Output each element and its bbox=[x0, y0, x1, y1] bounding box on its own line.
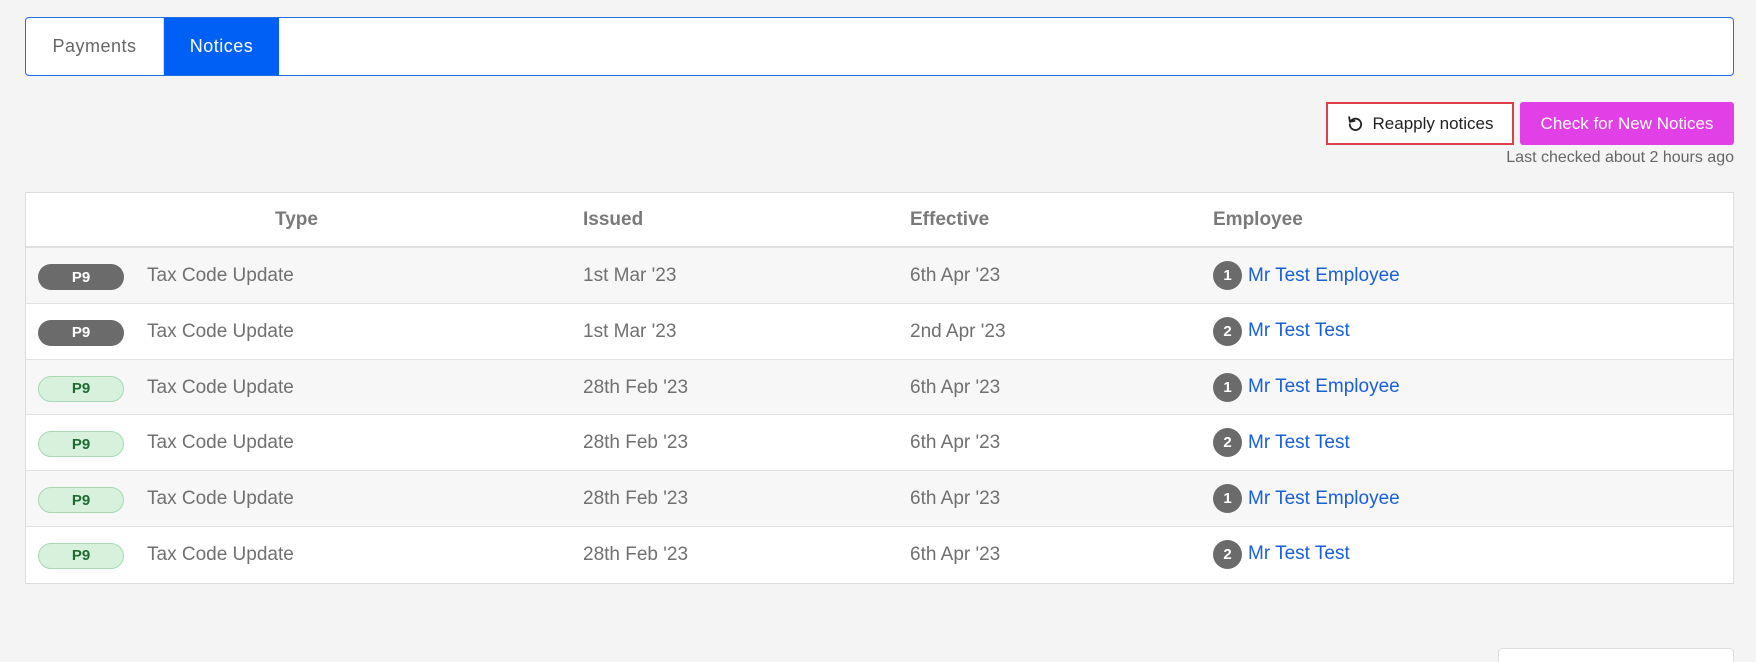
notice-code-badge: P9 bbox=[38, 319, 124, 346]
column-header-employee[interactable]: Employee bbox=[1213, 193, 1303, 246]
notice-type: Tax Code Update bbox=[147, 376, 294, 398]
employee-cell: 2 Mr Test Test bbox=[1213, 304, 1350, 359]
notices-page: Payments Notices Reapply notices Check f… bbox=[0, 0, 1756, 662]
effective-date: 6th Apr '23 bbox=[910, 543, 1001, 565]
table-body: P9 Tax Code Update 1st Mar '23 6th Apr '… bbox=[26, 248, 1733, 583]
pagination-control[interactable] bbox=[1498, 648, 1734, 662]
notice-type: Tax Code Update bbox=[147, 488, 294, 510]
employee-number-badge: 2 bbox=[1213, 539, 1242, 569]
employee-cell: 1 Mr Test Employee bbox=[1213, 471, 1400, 526]
notice-type: Tax Code Update bbox=[147, 265, 294, 286]
effective-date: 6th Apr '23 bbox=[910, 376, 1001, 398]
employee-link[interactable]: Mr Test Employee bbox=[1248, 376, 1400, 398]
notice-code-badge: P9 bbox=[38, 431, 124, 458]
tab-notices[interactable]: Notices bbox=[164, 18, 279, 75]
effective-date: 6th Apr '23 bbox=[910, 432, 1001, 454]
notices-table: Type Issued Effective Employee P9 Tax Co… bbox=[25, 192, 1734, 584]
table-row[interactable]: P9 Tax Code Update 28th Feb '23 6th Apr … bbox=[26, 471, 1733, 527]
notice-code-badge: P9 bbox=[38, 542, 124, 569]
employee-number-badge: 2 bbox=[1213, 316, 1242, 346]
employee-link[interactable]: Mr Test Employee bbox=[1248, 488, 1400, 510]
employee-number-badge: 1 bbox=[1213, 372, 1242, 402]
issued-date: 28th Feb '23 bbox=[583, 543, 689, 565]
reapply-notices-button[interactable]: Reapply notices bbox=[1326, 102, 1514, 145]
notice-code-badge: P9 bbox=[38, 375, 124, 402]
effective-date: 2nd Apr '23 bbox=[910, 320, 1006, 342]
employee-link[interactable]: Mr Test Test bbox=[1248, 543, 1350, 565]
reapply-notices-label: Reapply notices bbox=[1372, 113, 1494, 133]
notice-type: Tax Code Update bbox=[147, 432, 294, 454]
employee-link[interactable]: Mr Test Employee bbox=[1248, 265, 1400, 287]
effective-date: 6th Apr '23 bbox=[910, 488, 1001, 510]
table-row[interactable]: P9 Tax Code Update 28th Feb '23 6th Apr … bbox=[26, 415, 1733, 472]
table-row[interactable]: P9 Tax Code Update 1st Mar '23 6th Apr '… bbox=[26, 248, 1733, 304]
issued-date: 1st Mar '23 bbox=[583, 320, 677, 342]
tab-bar: Payments Notices bbox=[25, 17, 1734, 76]
last-checked-text: Last checked about 2 hours ago bbox=[1506, 149, 1734, 166]
table-row[interactable]: P9 Tax Code Update 28th Feb '23 6th Apr … bbox=[26, 359, 1733, 416]
employee-cell: 1 Mr Test Employee bbox=[1213, 248, 1400, 303]
table-row[interactable]: P9 Tax Code Update 1st Mar '23 2nd Apr '… bbox=[26, 303, 1733, 360]
effective-date: 6th Apr '23 bbox=[910, 265, 1001, 286]
employee-number-badge: 2 bbox=[1213, 428, 1242, 458]
employee-cell: 1 Mr Test Employee bbox=[1213, 360, 1400, 415]
issued-date: 28th Feb '23 bbox=[583, 488, 689, 510]
employee-number-badge: 1 bbox=[1213, 484, 1242, 514]
employee-number-badge: 1 bbox=[1213, 261, 1242, 290]
column-header-type[interactable]: Type bbox=[275, 193, 318, 246]
check-new-notices-button[interactable]: Check for New Notices bbox=[1520, 102, 1734, 145]
table-header: Type Issued Effective Employee bbox=[26, 193, 1733, 248]
table-row[interactable]: P9 Tax Code Update 28th Feb '23 6th Apr … bbox=[26, 526, 1733, 583]
reload-icon bbox=[1347, 115, 1364, 132]
tab-payments[interactable]: Payments bbox=[26, 18, 164, 75]
employee-cell: 2 Mr Test Test bbox=[1213, 415, 1350, 470]
employee-link[interactable]: Mr Test Test bbox=[1248, 320, 1350, 342]
employee-link[interactable]: Mr Test Test bbox=[1248, 432, 1350, 454]
issued-date: 28th Feb '23 bbox=[583, 432, 689, 454]
notice-code-badge: P9 bbox=[38, 487, 124, 514]
column-header-issued[interactable]: Issued bbox=[583, 193, 643, 246]
issued-date: 1st Mar '23 bbox=[583, 265, 677, 286]
employee-cell: 2 Mr Test Test bbox=[1213, 527, 1350, 582]
notice-code-badge: P9 bbox=[38, 264, 124, 290]
column-header-effective[interactable]: Effective bbox=[910, 193, 989, 246]
notice-type: Tax Code Update bbox=[147, 543, 294, 565]
notice-type: Tax Code Update bbox=[147, 320, 294, 342]
issued-date: 28th Feb '23 bbox=[583, 376, 689, 398]
